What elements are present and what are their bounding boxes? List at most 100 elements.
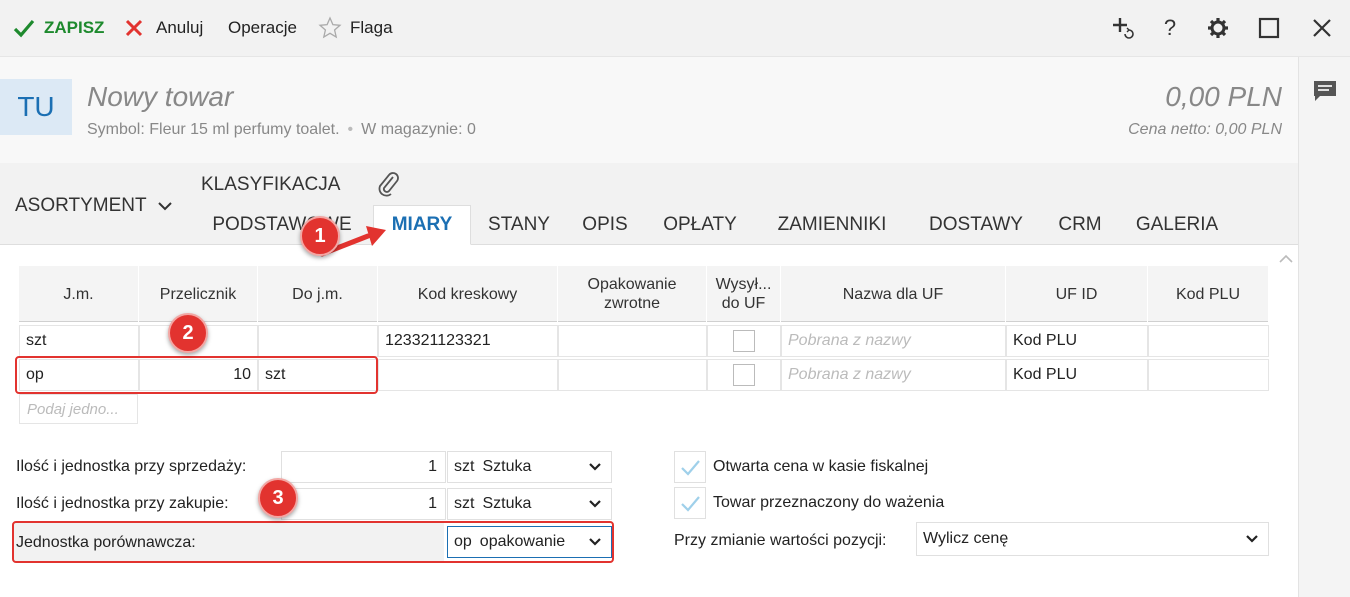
maximize-button[interactable] [1255,14,1283,42]
sale-qty-input[interactable]: 1 [281,451,446,483]
checkmark-icon [681,496,700,512]
gear-icon [1208,18,1228,38]
tab-gallery[interactable]: GALERIA [1124,205,1230,245]
tab-description[interactable]: OPIS [570,205,640,245]
operations-label: Operacje [228,18,297,37]
weighing-label: Towar przeznaczony do ważenia [713,494,945,511]
assortment-label: ASORTYMENT [15,195,147,216]
open-price-label: Otwarta cena w kasie fiskalnej [713,458,929,475]
open-price-checkbox[interactable] [674,451,706,483]
cell-send-uf[interactable] [707,325,781,357]
chevron-down-icon [589,463,601,471]
operations-menu[interactable]: Operacje [228,16,297,40]
item-type-badge: TU [0,79,72,135]
weighing-checkbox[interactable] [674,487,706,519]
send-uf-checkbox[interactable] [733,330,755,352]
tab-crm[interactable]: CRM [1048,205,1112,245]
cell-uf-id[interactable]: Kod PLU [1006,325,1148,357]
sale-unit-label: Ilość i jednostka przy sprzedaży: [16,458,247,475]
annotation-frame-row [15,356,378,394]
close-window-icon [1313,19,1331,37]
flag-label: Flaga [350,18,393,37]
item-symbol: Symbol: Fleur 15 ml perfumy toalet. [87,121,340,138]
tab-fees[interactable]: OPŁATY [650,205,750,245]
checkmark-icon [681,460,700,476]
add-related-button[interactable] [1110,14,1138,42]
column-header-conversion[interactable]: Przelicznik [139,266,258,322]
cancel-button[interactable]: Anuluj [124,16,203,40]
cell-barcode[interactable] [378,359,558,391]
chevron-down-icon [157,202,172,211]
star-icon [318,16,342,40]
purchase-unit-select[interactable]: szt Sztuka [447,488,612,520]
scroll-up-button[interactable] [1278,252,1294,270]
purchase-qty-input[interactable]: 1 [281,488,446,520]
flag-button[interactable]: Flaga [318,16,393,40]
column-header-send-uf[interactable]: Wysył... do UF [707,266,781,322]
annotation-badge: 3 [258,478,298,518]
close-window-button[interactable] [1308,14,1336,42]
value-change-option: Wylicz cenę [923,530,1009,547]
purchase-unit-label: Ilość i jednostka przy zakupie: [16,495,229,512]
paperclip-icon [378,172,399,197]
save-button[interactable]: ZAPISZ [12,16,104,40]
assortment-dropdown[interactable]: ASORTYMENT [15,195,173,217]
help-button[interactable]: ? [1156,14,1184,42]
item-subtitle: Symbol: Fleur 15 ml perfumy toalet. • W ma… [87,121,476,139]
grid-header: J.m. Przelicznik Do j.m. Kod kreskowy Op… [19,266,1269,322]
column-header-barcode[interactable]: Kod kreskowy [378,266,558,322]
cancel-label: Anuluj [156,18,204,37]
chevron-down-icon [589,500,601,508]
toolbar: ZAPISZ Anuluj Operacje Flaga ? [0,0,1350,57]
cell-plu[interactable] [1148,359,1269,391]
item-header: TU Nowy towar Symbol: Fleur 15 ml perfum… [0,57,1298,163]
cell-uf-id[interactable]: Kod PLU [1006,359,1148,391]
column-header-to-unit[interactable]: Do j.m. [258,266,378,322]
cell-returnable[interactable] [558,325,707,357]
close-icon [124,16,144,40]
chevron-up-icon [1279,254,1293,263]
attachments-button[interactable] [375,169,401,202]
send-uf-checkbox[interactable] [733,364,755,386]
cell-plu[interactable] [1148,325,1269,357]
cell-send-uf[interactable] [707,359,781,391]
tab-stock[interactable]: STANY [476,205,562,245]
open-price-option[interactable]: Otwarta cena w kasie fiskalnej [674,451,928,483]
save-label: ZAPISZ [44,18,105,37]
value-change-label: Przy zmianie wartości pozycji: [674,532,887,549]
column-header-plu[interactable]: Kod PLU [1148,266,1269,322]
column-header-unit[interactable]: J.m. [19,266,139,322]
new-unit-input[interactable]: Podaj jedno... [19,394,138,424]
item-net-price: Cena netto: 0,00 PLN [1128,121,1282,138]
side-panel [1298,57,1350,597]
annotation-frame-compare [12,521,614,563]
item-price: 0,00 PLN [1165,81,1282,112]
column-header-uf-name[interactable]: Nazwa dla UF [781,266,1006,322]
tab-substitutes[interactable]: ZAMIENNIKI [760,205,904,245]
sale-unit-select[interactable]: szt Sztuka [447,451,612,483]
cell-uf-name[interactable]: Pobrana z nazwy [781,325,1006,357]
separator-dot-icon: • [347,121,354,138]
settings-button[interactable] [1204,14,1232,42]
item-name: Nowy towar [87,81,234,112]
annotation-badge: 2 [168,313,208,353]
comment-icon [1314,81,1336,101]
cell-to-unit[interactable] [258,325,378,357]
weighing-option[interactable]: Towar przeznaczony do ważenia [674,487,944,519]
tab-classification[interactable]: KLASYFIKACJA [201,174,340,196]
question-icon: ? [1163,15,1177,40]
cell-barcode[interactable]: 123321123321 [378,325,558,357]
purchase-unit-name: Sztuka [482,495,532,512]
sale-unit-name: Sztuka [482,458,532,475]
annotation-badge: 1 [300,216,340,256]
plus-refresh-icon [1113,18,1134,39]
column-header-returnable[interactable]: Opakowanie zwrotne [558,266,707,322]
value-change-select[interactable]: Wylicz cenę [916,522,1269,556]
tab-deliveries[interactable]: DOSTAWY [916,205,1036,245]
comments-button[interactable] [1312,79,1338,108]
column-header-uf-id[interactable]: UF ID [1006,266,1148,322]
cell-unit[interactable]: szt [19,325,139,357]
cell-uf-name[interactable]: Pobrana z nazwy [781,359,1006,391]
maximize-icon [1258,17,1280,39]
cell-returnable[interactable] [558,359,707,391]
